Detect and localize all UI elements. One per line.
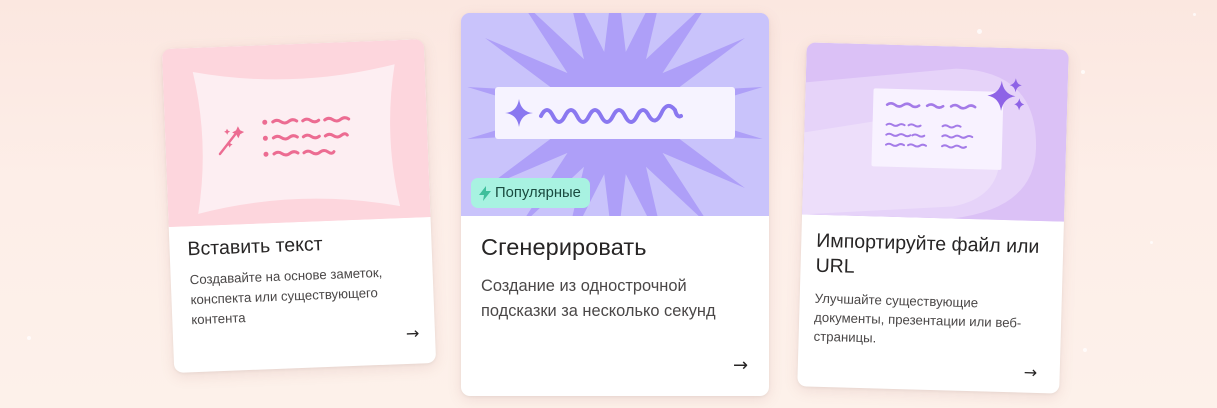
background-dot — [27, 336, 31, 340]
background-dot — [977, 29, 982, 34]
card-title: Вставить текст — [187, 233, 323, 261]
arrow-right-icon[interactable]: → — [733, 355, 748, 376]
card-description: Создавайте на основе заметок, конспекта … — [189, 264, 383, 328]
paste-text-card[interactable]: Вставить текст Создавайте на основе заме… — [161, 39, 437, 373]
generate-illustration: Популярные — [461, 13, 769, 216]
card-description: Создание из однострочной подсказки за не… — [481, 277, 716, 320]
badge-label: Популярные — [495, 185, 581, 201]
arrow-right-icon[interactable]: → — [406, 323, 420, 343]
lightning-icon — [479, 185, 491, 201]
paste-text-illustration — [161, 39, 431, 228]
popular-badge: Популярные — [471, 178, 590, 208]
background-dot — [1150, 241, 1153, 244]
generate-card[interactable]: Популярные Сгенерировать Создание из одн… — [461, 13, 769, 396]
card-title: Импортируйте файл или URL — [815, 229, 1040, 278]
card-description: Улучшайте существующие документы, презен… — [813, 290, 1022, 346]
import-file-card[interactable]: Импортируйте файл или URL Улучшайте суще… — [797, 42, 1069, 394]
background-dot — [1081, 70, 1085, 74]
background-dot — [1193, 13, 1196, 16]
background-dot — [1083, 348, 1087, 352]
page: { "cards": [ { "id": "paste", "title": "… — [0, 0, 1217, 408]
arrow-right-icon[interactable]: → — [1023, 363, 1037, 382]
card-title: Сгенерировать — [481, 234, 647, 260]
import-file-illustration — [802, 42, 1069, 222]
